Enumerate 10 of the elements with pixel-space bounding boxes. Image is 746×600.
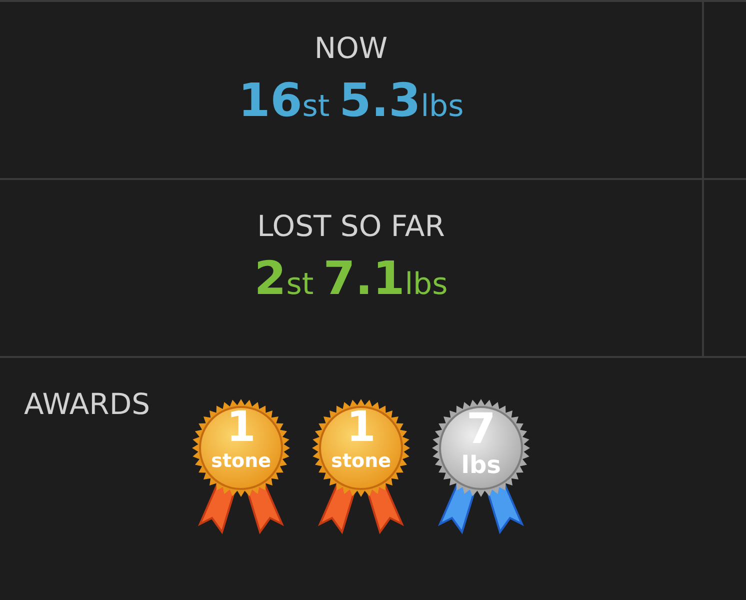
weight-value: 2st 7.1lbs: [254, 250, 448, 307]
medal-number: 1: [345, 404, 377, 450]
medal-unit: stone: [330, 449, 392, 474]
awards-label: AWARDS: [24, 386, 150, 422]
medal-unit: stone: [210, 449, 272, 474]
weight-value: 16st 5.3lbs: [238, 72, 464, 129]
medal-number: 1: [225, 404, 257, 450]
medal-unit: lbs: [460, 452, 502, 478]
stat-label: NOW: [314, 30, 388, 66]
stat-label: LOST SO FAR: [257, 208, 445, 244]
